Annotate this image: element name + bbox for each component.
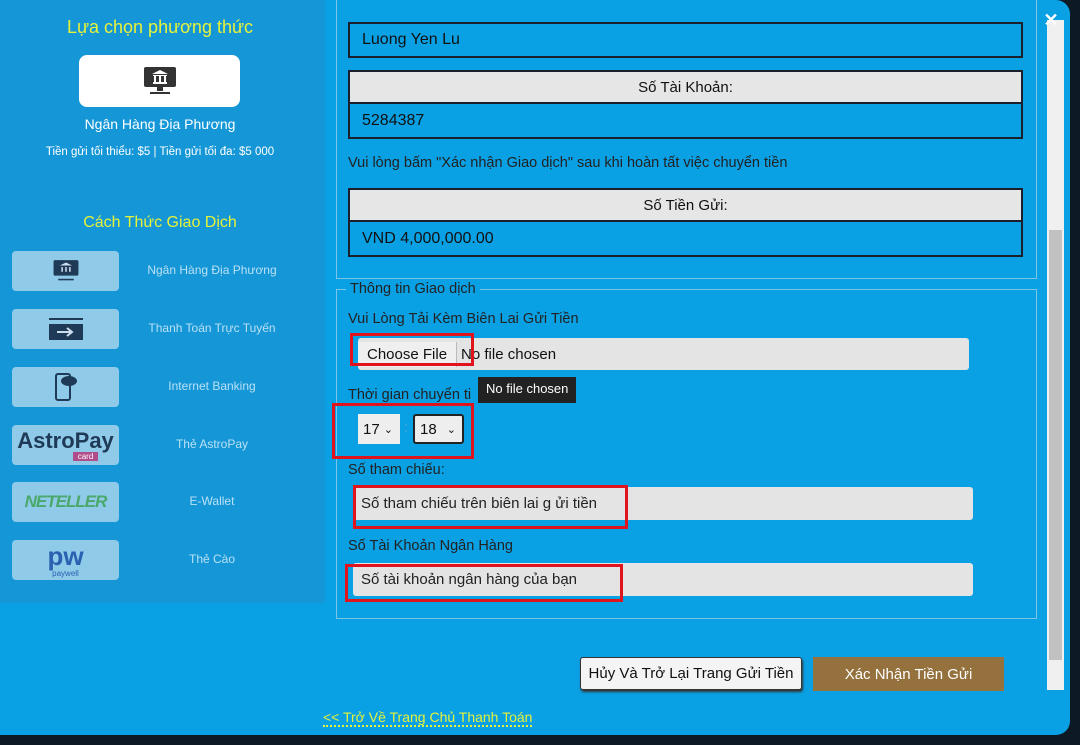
deposit-modal: Lựa chọn phương thức Ngân Hàng Địa Phươn… [0, 0, 1070, 735]
bank-monitor-icon [53, 260, 78, 281]
mobile-banking-icon [54, 373, 77, 401]
sidebar-title: Lựa chọn phương thức [66, 17, 254, 37]
astropay-logo[interactable]: AstroPay card [12, 425, 119, 465]
sidebar: Lựa chọn phương thức Ngân Hàng Địa Phươn… [0, 0, 325, 603]
no-file-text: No file chosen [461, 345, 557, 363]
method-card[interactable] [12, 309, 119, 349]
highlight-box [353, 485, 628, 529]
method-item-local-bank[interactable]: Ngân Hàng Địa Phương [12, 251, 312, 291]
astropay-logo-text: AstroPay [17, 427, 114, 453]
confirm-note: Vui lòng bấm "Xác nhận Giao dịch" sau kh… [348, 155, 788, 171]
selected-method-name: Ngân Hàng Địa Phương [84, 116, 236, 132]
method-item-astropay[interactable]: AstroPay card Thẻ AstroPay [12, 425, 312, 465]
methods-title: Cách Thức Giao Dịch [83, 214, 237, 231]
paywell-logo-text: pw [47, 540, 84, 571]
scrollbar[interactable] [1047, 20, 1064, 690]
time-label: Thời gian chuyển ti [348, 387, 472, 403]
method-label: Thẻ AstroPay [175, 437, 249, 451]
back-to-payment-home-link[interactable]: << Trở Về Trang Chủ Thanh Toán [323, 709, 533, 727]
paywell-logo[interactable]: pw paywell [12, 540, 119, 580]
receipt-label: Vui Lòng Tải Kèm Biên Lai Gửi Tiền [348, 311, 579, 327]
method-item-scratch-card[interactable]: pw paywell Thẻ Cào [12, 540, 312, 580]
confirm-deposit-button[interactable]: Xác Nhận Tiền Gửi [813, 657, 1004, 691]
highlight-box [332, 403, 474, 459]
neteller-logo-text: NETELLER [24, 492, 108, 511]
method-label: Thẻ Cào [188, 552, 236, 566]
neteller-logo[interactable]: NETELLER [12, 482, 119, 522]
highlight-box [345, 564, 623, 602]
account-number: 5284387 [348, 102, 1023, 139]
method-label: Ngân Hàng Địa Phương [147, 263, 277, 277]
amount-value: VND 4,000,000.00 [348, 220, 1023, 257]
account-name: Luong Yen Lu [348, 22, 1023, 58]
method-card[interactable] [12, 251, 119, 291]
method-card[interactable] [12, 367, 119, 407]
method-item-internet-banking[interactable]: Internet Banking [12, 367, 312, 407]
bank-account-label: Số Tài Khoản Ngân Hàng [348, 538, 513, 554]
method-label: E-Wallet [189, 494, 235, 508]
close-icon[interactable]: ✕ [1039, 8, 1063, 32]
card-transfer-icon [48, 318, 83, 340]
deposit-limits: Tiền gửi tối thiểu: $5 | Tiền gửi tối đa… [45, 146, 275, 158]
selected-method-card [79, 55, 240, 107]
scrollbar-thumb[interactable] [1049, 230, 1062, 660]
method-label: Internet Banking [168, 379, 256, 393]
highlight-box [350, 333, 474, 366]
transaction-legend: Thông tin Giao dịch [346, 281, 480, 297]
tooltip: No file chosen [478, 377, 577, 403]
amount-label: Số Tiền Gửi: [348, 188, 1023, 222]
reference-label: Số tham chiếu: [348, 462, 445, 478]
method-item-ewallet[interactable]: NETELLER E-Wallet [12, 482, 312, 522]
account-number-label: Số Tài Khoản: [348, 70, 1023, 104]
astropay-logo-sub: card [72, 451, 99, 461]
bank-monitor-icon [143, 67, 176, 94]
cancel-button[interactable]: Hủy Và Trở Lại Trang Gửi Tiền [580, 657, 802, 690]
method-label: Thanh Toán Trực Tuyến [148, 321, 276, 335]
method-item-online-payment[interactable]: Thanh Toán Trực Tuyến [12, 309, 312, 349]
paywell-logo-sub: paywell [52, 568, 79, 578]
